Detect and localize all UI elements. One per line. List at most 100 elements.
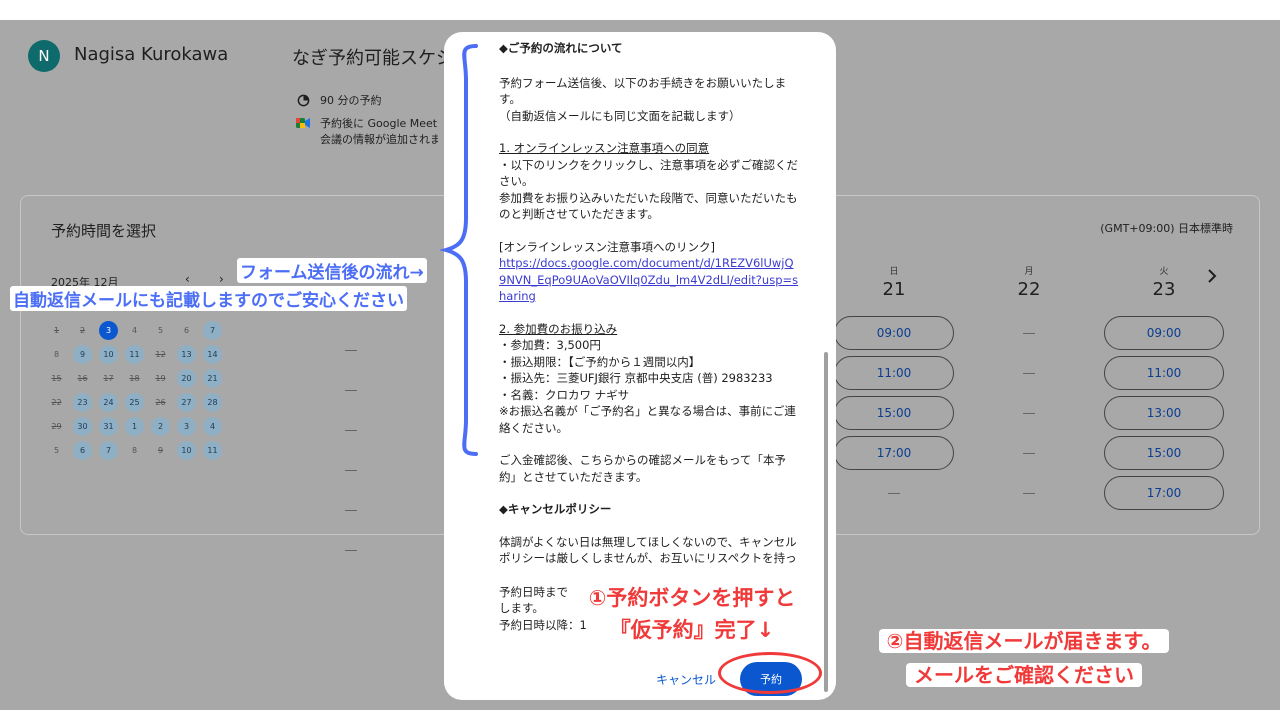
- calendar-day[interactable]: 11: [203, 441, 222, 460]
- avatar: N: [28, 40, 60, 72]
- link-label: [オンラインレッスン注意事項へのリンク]: [499, 239, 715, 254]
- calendar-day[interactable]: 23: [73, 393, 92, 412]
- time-slot-button[interactable]: 11:00: [1104, 356, 1224, 390]
- mail-annotation-2: メールをご確認ください: [906, 663, 1142, 687]
- calendar-day[interactable]: 21: [203, 369, 222, 388]
- unavailable-slot: [345, 510, 357, 511]
- mail-annotation-1: ②自動返信メールが届きます。: [878, 629, 1170, 653]
- calendar-day: 8: [131, 446, 138, 455]
- meet-row: 予約後に Google Meet のビデオ 会議の情報が追加されます: [296, 116, 438, 148]
- meet-text-2: 会議の情報が追加されます: [320, 133, 438, 146]
- calendar-day: 4: [131, 326, 138, 335]
- time-slot-button[interactable]: 11:00: [834, 356, 954, 390]
- calendar-day[interactable]: 24: [99, 393, 118, 412]
- unavailable-slot: [1023, 453, 1035, 454]
- modal-body: ◆ご予約の流れについて 予約フォーム送信後、以下のお手続きをお願いいたします。 …: [499, 40, 799, 649]
- cancel-body: 体調がよくない日は無理してほしくないので、キャンセルポリシーは厳しくしませんが、…: [499, 534, 797, 566]
- duration-text: 90 分の予約: [320, 94, 382, 107]
- cancel-button[interactable]: キャンセル: [656, 671, 716, 688]
- unavailable-slot: [345, 350, 357, 351]
- calendar-day: 18: [129, 374, 140, 383]
- calendar-day[interactable]: 3: [99, 321, 118, 340]
- calendar-day: 19: [155, 374, 166, 383]
- calendar-day[interactable]: 27: [177, 393, 196, 412]
- calendar-day: 12: [155, 350, 166, 359]
- time-slot-button[interactable]: 17:00: [834, 436, 954, 470]
- day-number: 23: [1152, 279, 1176, 300]
- brace-annotation: [440, 44, 478, 456]
- calendar-day: 6: [183, 326, 190, 335]
- calendar-day: 16: [77, 374, 88, 383]
- step2-title: 2. 参加費のお振り込み: [499, 321, 618, 336]
- flow-annotation-title: フォーム送信後の流れ→: [237, 258, 427, 283]
- calendar-day: 26: [155, 398, 166, 407]
- next-month-button[interactable]: ›: [219, 272, 224, 286]
- calendar-day: 17: [103, 374, 114, 383]
- calendar-day: 9: [157, 446, 164, 455]
- confirm-text: ご入金確認後、こちらからの確認メールをもって「本予約」とさせていただきます。: [499, 453, 786, 484]
- panel-title: 予約時間を選択: [51, 222, 157, 240]
- calendar-day[interactable]: 10: [99, 345, 118, 364]
- calendar-day: 29: [51, 422, 62, 431]
- calendar-day[interactable]: 7: [99, 441, 118, 460]
- book-annotation-1: ①予約ボタンを押すと: [584, 586, 800, 610]
- time-slot-button[interactable]: 15:00: [1104, 436, 1224, 470]
- book-annotation-2: 『仮予約』完了↓: [605, 618, 779, 642]
- duration-row: 90 分の予約: [296, 93, 438, 109]
- calendar-day[interactable]: 14: [203, 345, 222, 364]
- clock-icon: [296, 93, 310, 107]
- unavailable-slot: [345, 550, 357, 551]
- unavailable-slot: [345, 470, 357, 471]
- calendar-day: 22: [51, 398, 62, 407]
- modal-scrollbar[interactable]: [824, 352, 828, 692]
- mini-calendar: 1 2 3 4 5 6 7 8 9 10 11 12 13 14 15 16 17 18 19 20 21 22 23 24 2…: [47, 321, 222, 460]
- calendar-day[interactable]: 10: [177, 441, 196, 460]
- google-meet-icon: [296, 116, 310, 130]
- calendar-day[interactable]: 13: [177, 345, 196, 364]
- unavailable-slot: [888, 493, 900, 494]
- calendar-day[interactable]: 11: [125, 345, 144, 364]
- day-header: 月 22: [999, 264, 1059, 300]
- calendar-day: 5: [53, 446, 60, 455]
- calendar-day[interactable]: 30: [73, 417, 92, 436]
- time-slot-button[interactable]: 17:00: [1104, 476, 1224, 510]
- calendar-day[interactable]: 20: [177, 369, 196, 388]
- day-header: 日 21: [864, 264, 924, 300]
- unavailable-slot: [345, 390, 357, 391]
- prev-month-button[interactable]: ‹: [185, 272, 190, 286]
- day-of-week: 日: [889, 267, 899, 277]
- day-header: 火 23: [1134, 264, 1194, 300]
- time-slot-button[interactable]: 09:00: [834, 316, 954, 350]
- calendar-day: 15: [51, 374, 62, 383]
- calendar-day[interactable]: 3: [177, 417, 196, 436]
- time-slot-button[interactable]: 09:00: [1104, 316, 1224, 350]
- meet-text-1: 予約後に Google Meet のビデオ: [320, 117, 438, 130]
- time-slot-button[interactable]: 13:00: [1104, 396, 1224, 430]
- top-strip: [0, 0, 1280, 20]
- calendar-day[interactable]: 6: [73, 441, 92, 460]
- next-week-button[interactable]: [1207, 268, 1217, 287]
- calendar-day: 5: [157, 326, 164, 335]
- notice-link[interactable]: https://docs.google.com/document/d/1REZV…: [499, 255, 799, 305]
- unavailable-slot: [1023, 373, 1035, 374]
- calendar-day[interactable]: 25: [125, 393, 144, 412]
- calendar-day[interactable]: 28: [203, 393, 222, 412]
- time-slot-button[interactable]: 15:00: [834, 396, 954, 430]
- calendar-day[interactable]: 7: [203, 321, 222, 340]
- day-number: 21: [882, 279, 906, 300]
- calendar-day[interactable]: 4: [203, 417, 222, 436]
- calendar-day: 1: [53, 326, 60, 335]
- calendar-day[interactable]: 31: [99, 417, 118, 436]
- calendar-day[interactable]: 9: [73, 345, 92, 364]
- timezone-label[interactable]: (GMT+09:00) 日本標準時: [1100, 220, 1233, 236]
- book-annotation: ①予約ボタンを押すと 『仮予約』完了↓: [572, 582, 812, 646]
- page-title: なぎ予約可能スケジュール: [292, 48, 446, 69]
- calendar-day[interactable]: 2: [151, 417, 170, 436]
- calendar-day: 8: [53, 350, 60, 359]
- day-number: 22: [1017, 279, 1041, 300]
- day-of-week: 月: [1024, 267, 1034, 277]
- unavailable-slot: [1023, 333, 1035, 334]
- mail-annotation: ②自動返信メールが届きます。 メールをご確認ください: [848, 624, 1200, 692]
- calendar-day[interactable]: 1: [125, 417, 144, 436]
- flow-annotation-note: 自動返信メールにも記載しますのでご安心ください: [10, 286, 407, 311]
